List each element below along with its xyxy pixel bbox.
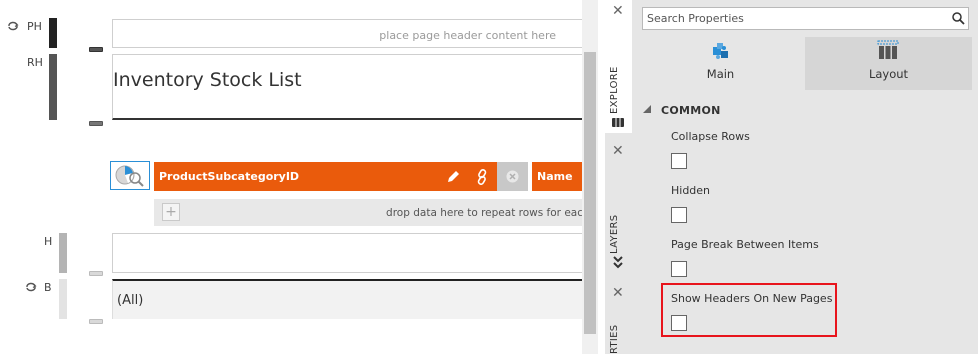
group-value: (All) [117, 293, 144, 308]
layout-columns-icon [877, 40, 899, 59]
field-name[interactable]: Name [532, 162, 583, 191]
band-bar-h[interactable] [59, 233, 67, 273]
page-header-box[interactable]: place page header content here [112, 19, 583, 48]
resize-handle[interactable] [89, 121, 103, 126]
search-icon[interactable] [952, 12, 965, 25]
band-label-rh: RH [27, 56, 43, 69]
field-label: Name [537, 170, 573, 183]
tab-layers[interactable]: ✕ LAYERS [605, 137, 632, 274]
main-puzzle-icon [713, 43, 728, 59]
data-visualization-icon[interactable] [110, 161, 150, 190]
tab-properties[interactable]: ✕ RTIES [605, 278, 632, 354]
repeat-icon [8, 21, 19, 31]
close-icon[interactable]: ✕ [612, 3, 624, 19]
search-input[interactable] [647, 11, 937, 26]
resize-handle[interactable] [89, 319, 103, 324]
tab-layout[interactable]: Layout [805, 37, 972, 90]
field-productsubcategoryid[interactable]: ProductSubcategoryID [154, 162, 497, 191]
band-label-ph: PH [27, 20, 42, 33]
section-common[interactable]: COMMON [661, 104, 721, 117]
header-band-box[interactable] [112, 233, 583, 273]
close-icon[interactable]: ✕ [612, 285, 624, 301]
search-box[interactable] [642, 7, 969, 30]
band-bar-rh[interactable] [49, 54, 57, 120]
band-bar-b[interactable] [59, 279, 67, 319]
tab-layout-label: Layout [868, 67, 909, 81]
field-label: ProductSubcategoryID [159, 170, 300, 183]
tab-explore[interactable]: ✕ EXPLORE [605, 0, 632, 133]
checkbox-collapse-rows[interactable] [671, 153, 687, 169]
page-header-placeholder: place page header content here [379, 29, 556, 42]
prop-label-hidden: Hidden [671, 184, 711, 197]
drop-zone[interactable]: + drop data here to repeat rows for eac [154, 199, 583, 226]
report-header-box[interactable]: Inventory Stock List [112, 54, 583, 120]
band-label-h: H [44, 235, 53, 248]
tab-properties-label: RTIES [609, 324, 620, 354]
pencil-icon[interactable] [446, 170, 460, 184]
band-bar-ph[interactable] [49, 18, 57, 48]
report-title[interactable]: Inventory Stock List [113, 69, 302, 91]
resize-handle[interactable] [89, 271, 103, 276]
band-label-b: B [44, 281, 52, 294]
layers-icon [613, 256, 623, 269]
body-band-box[interactable]: (All) [112, 279, 583, 319]
tab-main[interactable]: Main [637, 37, 804, 90]
tab-explore-label: EXPLORE [609, 66, 620, 114]
resize-handle[interactable] [89, 47, 103, 52]
tab-layers-label: LAYERS [609, 214, 620, 254]
scrollbar-thumb[interactable] [584, 52, 596, 334]
add-icon[interactable]: + [162, 203, 180, 221]
highlight-box [661, 283, 837, 337]
tab-main-label: Main [706, 67, 735, 81]
checkbox-page-break[interactable] [671, 261, 687, 277]
prop-label-collapse-rows: Collapse Rows [671, 130, 750, 143]
drop-zone-text: drop data here to repeat rows for eac [386, 207, 583, 219]
repeat-icon [26, 282, 37, 292]
explore-icon [612, 118, 624, 127]
close-icon[interactable]: ✕ [612, 143, 624, 159]
remove-field-button[interactable] [497, 162, 528, 191]
chart-magnifier-icon [115, 165, 144, 187]
checkbox-hidden[interactable] [671, 207, 687, 223]
collapse-arrow-icon[interactable] [643, 105, 651, 113]
side-tab-strip: ✕ EXPLORE ✕ LAYERS ✕ RTIES [605, 0, 632, 354]
close-circle-icon [506, 170, 519, 183]
prop-label-page-break: Page Break Between Items [671, 238, 819, 251]
link-icon[interactable] [475, 169, 489, 185]
